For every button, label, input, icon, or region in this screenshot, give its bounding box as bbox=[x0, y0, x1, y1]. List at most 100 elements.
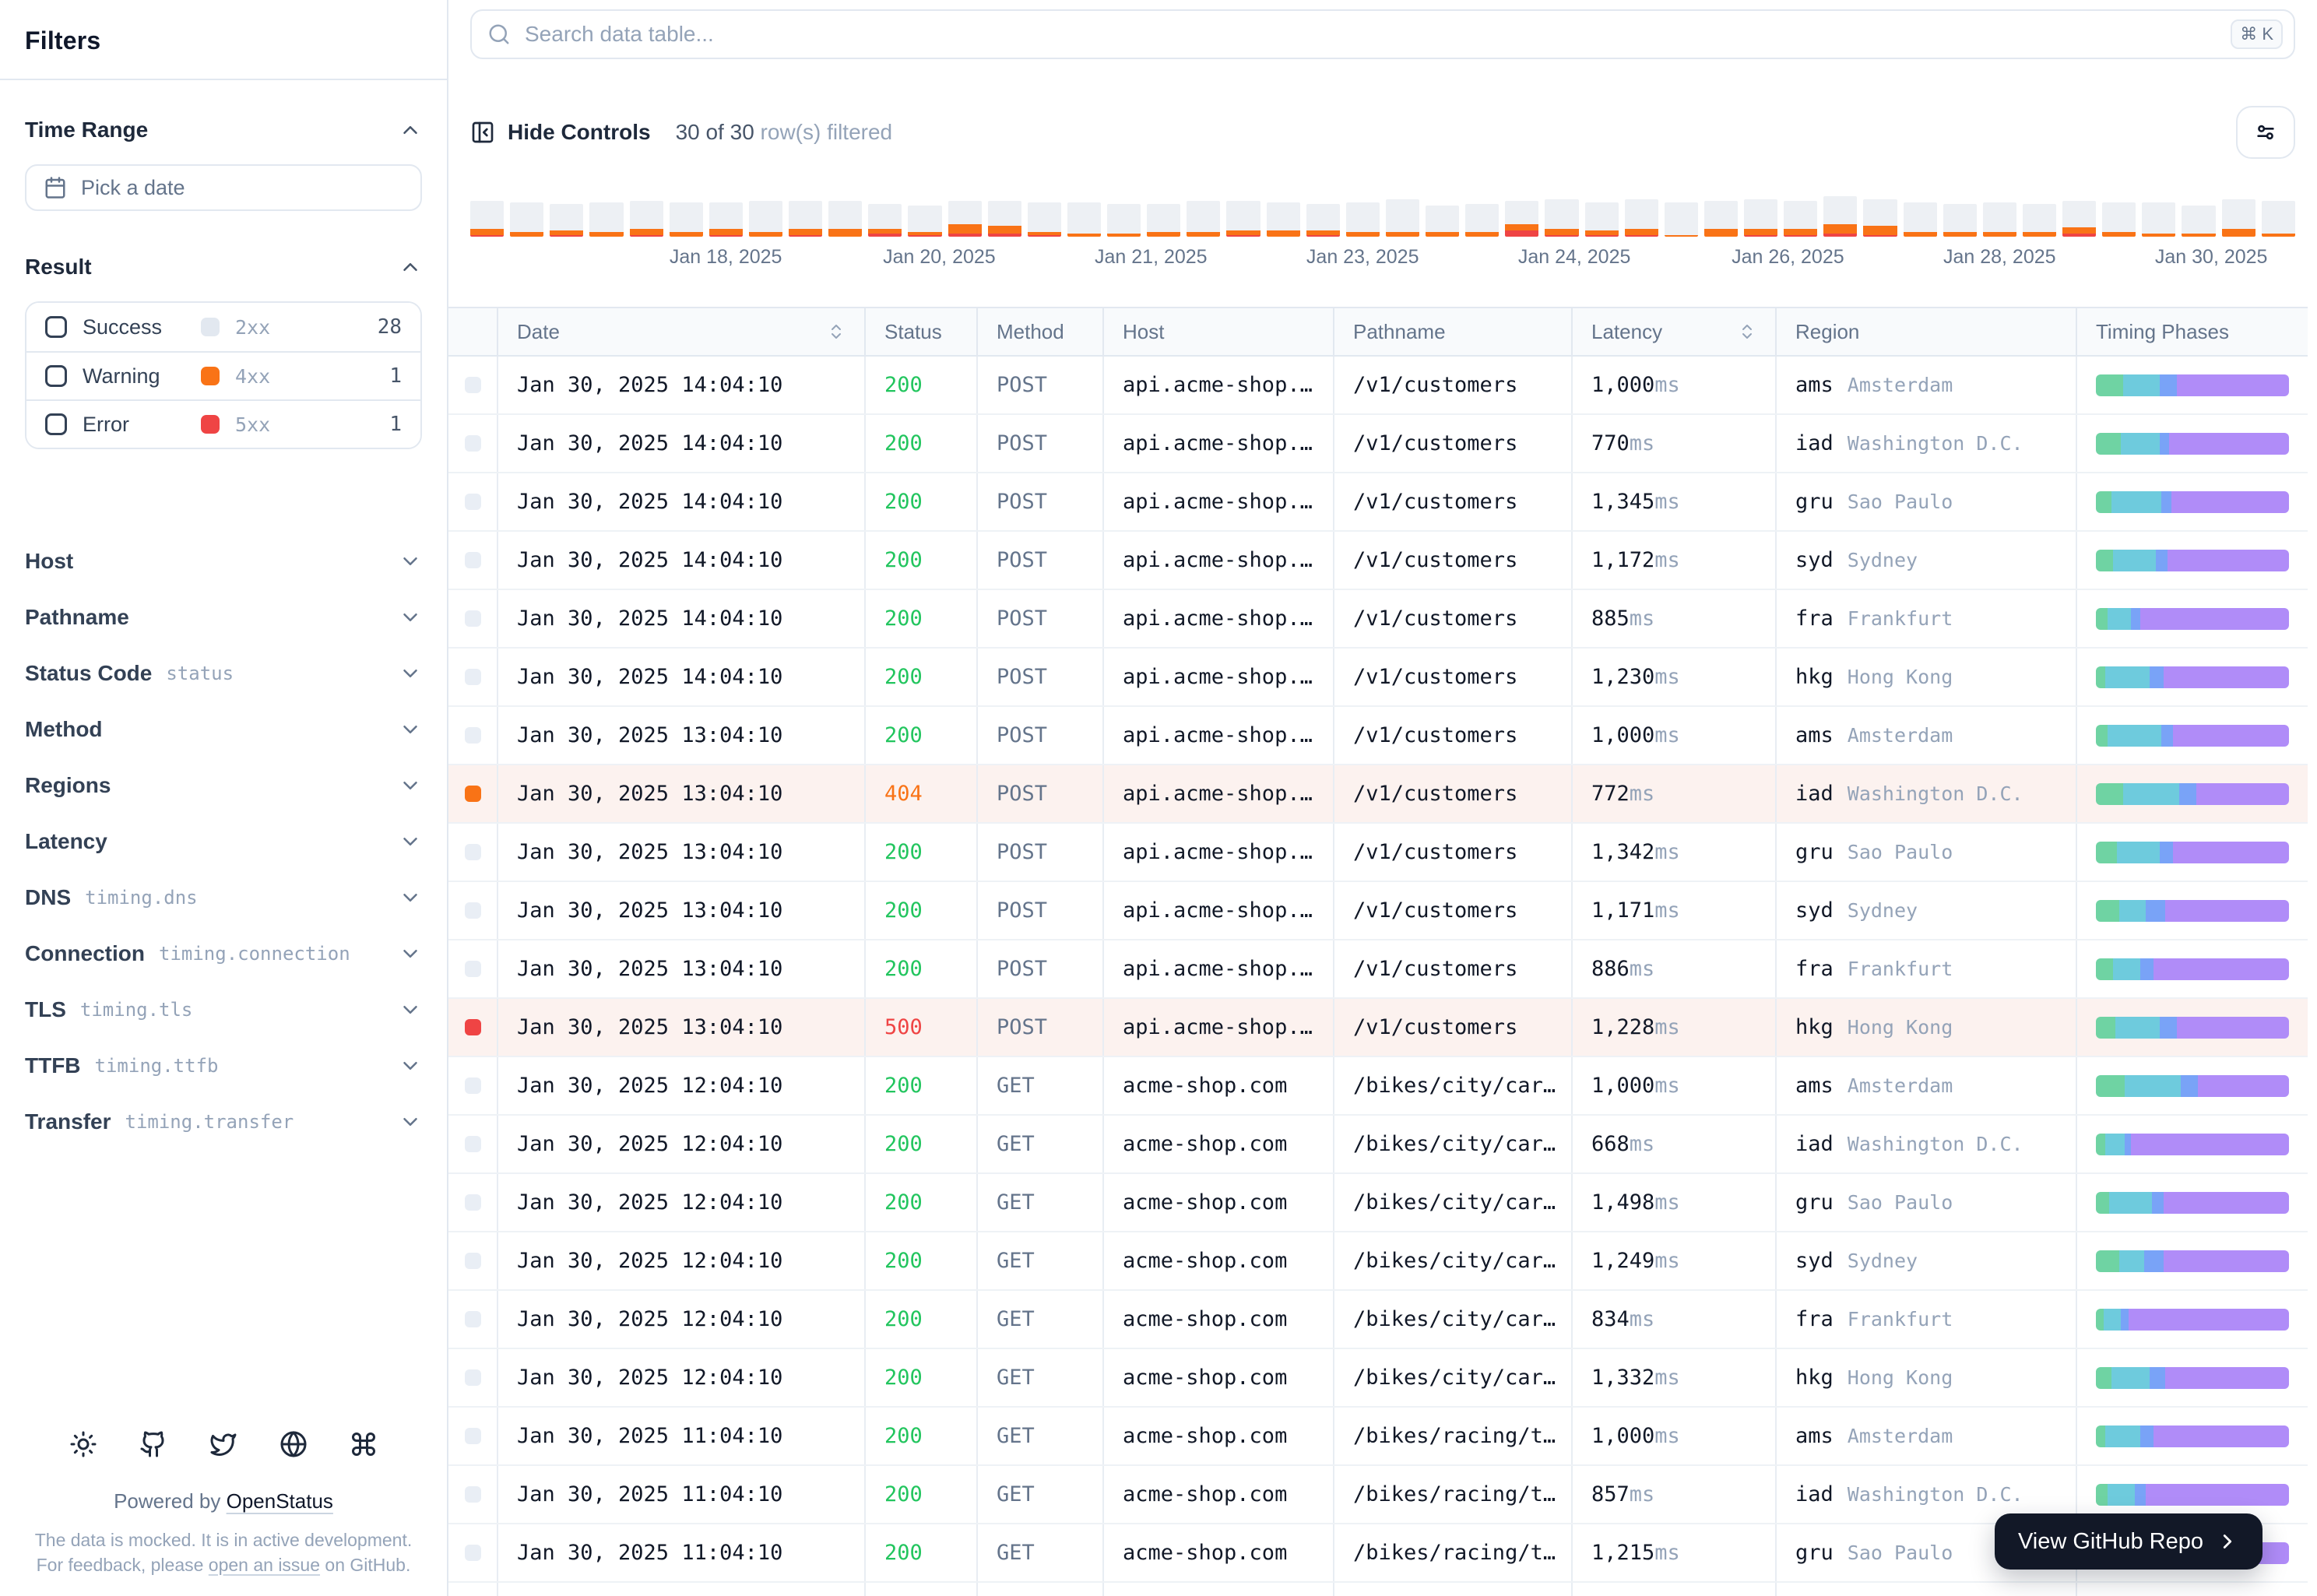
timing-segment-connection bbox=[2113, 549, 2156, 571]
table-row[interactable]: Jan 30, 2025 14:04:10 200 POST api.acme-sho… bbox=[448, 473, 2308, 532]
table-row[interactable]: Jan 30, 2025 11:04:10200GETacme-shop.com… bbox=[448, 1583, 2308, 1596]
table-row[interactable]: Jan 30, 2025 13:04:10 200 POST api.acme-sho… bbox=[448, 940, 2308, 999]
row-select-cell[interactable] bbox=[448, 1232, 498, 1289]
row-select-cell[interactable] bbox=[448, 940, 498, 997]
row-select-cell[interactable] bbox=[448, 1466, 498, 1523]
result-section-header[interactable]: Result bbox=[25, 255, 422, 279]
row-select-cell[interactable] bbox=[448, 1583, 498, 1596]
timing-segment-dns bbox=[2096, 899, 2119, 922]
result-option-warning[interactable]: Warning 4xx 1 bbox=[26, 351, 420, 399]
command-icon[interactable] bbox=[350, 1430, 378, 1458]
table-row[interactable]: Jan 30, 2025 13:04:10 404 POST api.acme-sho… bbox=[448, 765, 2308, 824]
histogram-bar bbox=[510, 202, 544, 237]
table-row[interactable]: Jan 30, 2025 13:04:10 200 POST api.acme-sho… bbox=[448, 707, 2308, 765]
row-select-cell[interactable] bbox=[448, 882, 498, 939]
chevrons-up-down-icon[interactable] bbox=[827, 322, 846, 341]
sun-icon[interactable] bbox=[69, 1430, 97, 1458]
row-select-cell[interactable] bbox=[448, 1408, 498, 1464]
table-row[interactable]: Jan 30, 2025 13:04:10 200 POST api.acme-sho… bbox=[448, 824, 2308, 882]
table-row[interactable]: Jan 30, 2025 12:04:10 200 GET acme-shop.com… bbox=[448, 1291, 2308, 1349]
sidebar-section-connection[interactable]: Connection timing.connection bbox=[25, 926, 422, 982]
section-label: TLS bbox=[25, 997, 66, 1021]
sidebar-section-status-code[interactable]: Status Code status bbox=[25, 645, 422, 701]
globe-icon[interactable] bbox=[280, 1430, 308, 1458]
row-select-cell[interactable] bbox=[448, 590, 498, 647]
row-select-cell[interactable] bbox=[448, 1291, 498, 1348]
cell-status: 200 bbox=[866, 940, 978, 997]
view-settings-button[interactable] bbox=[2236, 106, 2295, 159]
column-header-date[interactable]: Date bbox=[498, 308, 866, 355]
requests-histogram[interactable] bbox=[470, 196, 2295, 237]
row-select-cell[interactable] bbox=[448, 999, 498, 1056]
cell-date: Jan 30, 2025 14:04:10 bbox=[498, 473, 866, 530]
sidebar-section-transfer[interactable]: Transfer timing.transfer bbox=[25, 1094, 422, 1150]
region-city: Washington D.C. bbox=[1847, 432, 2023, 455]
histogram-bar bbox=[1903, 202, 1937, 237]
sidebar-section-pathname[interactable]: Pathname bbox=[25, 589, 422, 645]
cell-pathname: /bikes/racing/t… bbox=[1334, 1524, 1573, 1581]
table-row[interactable]: Jan 30, 2025 13:04:10 200 POST api.acme-sho… bbox=[448, 882, 2308, 940]
row-select-cell[interactable] bbox=[448, 1524, 498, 1581]
result-option-error[interactable]: Error 5xx 1 bbox=[26, 399, 420, 448]
histogram-bar bbox=[1226, 201, 1260, 237]
timing-segment-tls bbox=[2143, 1250, 2164, 1272]
date-picker-input[interactable]: Pick a date bbox=[25, 164, 422, 211]
row-select-cell[interactable] bbox=[448, 1057, 498, 1114]
row-select-cell[interactable] bbox=[448, 532, 498, 589]
checkbox[interactable] bbox=[45, 413, 67, 435]
open-issue-link[interactable]: open an issue bbox=[209, 1555, 320, 1575]
sidebar-section-host[interactable]: Host bbox=[25, 533, 422, 589]
latency-unit: ms bbox=[1654, 665, 1680, 689]
sidebar-section-method[interactable]: Method bbox=[25, 701, 422, 758]
checkbox[interactable] bbox=[45, 365, 67, 387]
column-header-latency[interactable]: Latency bbox=[1573, 308, 1777, 355]
openstatus-link[interactable]: OpenStatus bbox=[227, 1489, 333, 1513]
table-row[interactable]: Jan 30, 2025 13:04:10 500 POST api.acme-sho… bbox=[448, 999, 2308, 1057]
table-row[interactable]: Jan 30, 2025 14:04:10 200 POST api.acme-sho… bbox=[448, 649, 2308, 707]
sidebar-section-ttfb[interactable]: TTFB timing.ttfb bbox=[25, 1038, 422, 1094]
table-row[interactable]: Jan 30, 2025 12:04:10 200 GET acme-shop.com… bbox=[448, 1116, 2308, 1174]
row-select-cell[interactable] bbox=[448, 1174, 498, 1231]
cell-latency: 772 ms bbox=[1573, 765, 1777, 822]
table-row[interactable]: Jan 30, 2025 12:04:10 200 GET acme-shop.com… bbox=[448, 1174, 2308, 1232]
timing-segment-ttfb bbox=[2129, 1308, 2289, 1331]
table-body: Jan 30, 2025 14:04:10 200 POST api.acme-sho… bbox=[448, 357, 2308, 1596]
row-select-cell[interactable] bbox=[448, 765, 498, 822]
timing-segment-ttfb bbox=[2198, 1074, 2289, 1097]
row-select-cell[interactable] bbox=[448, 357, 498, 413]
row-select-cell[interactable] bbox=[448, 649, 498, 705]
table-row[interactable]: Jan 30, 2025 14:04:10 200 POST api.acme-sho… bbox=[448, 590, 2308, 649]
table-row[interactable]: Jan 30, 2025 14:04:10 200 POST api.acme-sho… bbox=[448, 415, 2308, 473]
cell-timing-phases bbox=[2077, 532, 2308, 589]
row-select-cell[interactable] bbox=[448, 1349, 498, 1406]
row-select-cell[interactable] bbox=[448, 1116, 498, 1172]
github-icon[interactable] bbox=[139, 1430, 167, 1458]
time-range-section-header[interactable]: Time Range bbox=[25, 118, 422, 142]
sidebar-section-tls[interactable]: TLS timing.tls bbox=[25, 982, 422, 1038]
row-select-cell[interactable] bbox=[448, 415, 498, 472]
table-row[interactable]: Jan 30, 2025 14:04:10 200 POST api.acme-sho… bbox=[448, 532, 2308, 590]
sidebar-section-regions[interactable]: Regions bbox=[25, 758, 422, 814]
chevrons-up-down-icon[interactable] bbox=[1738, 322, 1756, 341]
cell-timing-phases bbox=[2077, 1408, 2308, 1464]
table-row[interactable]: Jan 30, 2025 12:04:10 200 GET acme-shop.com… bbox=[448, 1349, 2308, 1408]
table-row[interactable]: Jan 30, 2025 11:04:10200GETacme-shop.com… bbox=[448, 1408, 2308, 1466]
checkbox[interactable] bbox=[45, 316, 67, 338]
view-github-repo-button[interactable]: View GitHub Repo bbox=[1994, 1513, 2263, 1570]
sidebar-section-latency[interactable]: Latency bbox=[25, 814, 422, 870]
histogram-segment bbox=[1345, 202, 1380, 232]
table-row[interactable]: Jan 30, 2025 14:04:10 200 POST api.acme-sho… bbox=[448, 357, 2308, 415]
sidebar-section-dns[interactable]: DNS timing.dns bbox=[25, 870, 422, 926]
hide-controls-button[interactable]: Hide Controls bbox=[470, 120, 651, 145]
table-row[interactable]: Jan 30, 2025 12:04:10 200 GET acme-shop.com… bbox=[448, 1057, 2308, 1116]
search-input[interactable] bbox=[525, 22, 2278, 47]
table-row[interactable]: Jan 30, 2025 12:04:10 200 GET acme-shop.com… bbox=[448, 1232, 2308, 1291]
row-select-cell[interactable] bbox=[448, 824, 498, 881]
result-option-success[interactable]: Success 2xx 28 bbox=[26, 303, 420, 351]
twitter-icon[interactable] bbox=[209, 1430, 237, 1458]
cell-host: acme-shop.com bbox=[1104, 1466, 1334, 1523]
timing-segment-ttfb bbox=[2165, 1366, 2289, 1389]
row-select-cell[interactable] bbox=[448, 707, 498, 764]
row-select-cell[interactable] bbox=[448, 473, 498, 530]
histogram-segment bbox=[1584, 202, 1619, 230]
